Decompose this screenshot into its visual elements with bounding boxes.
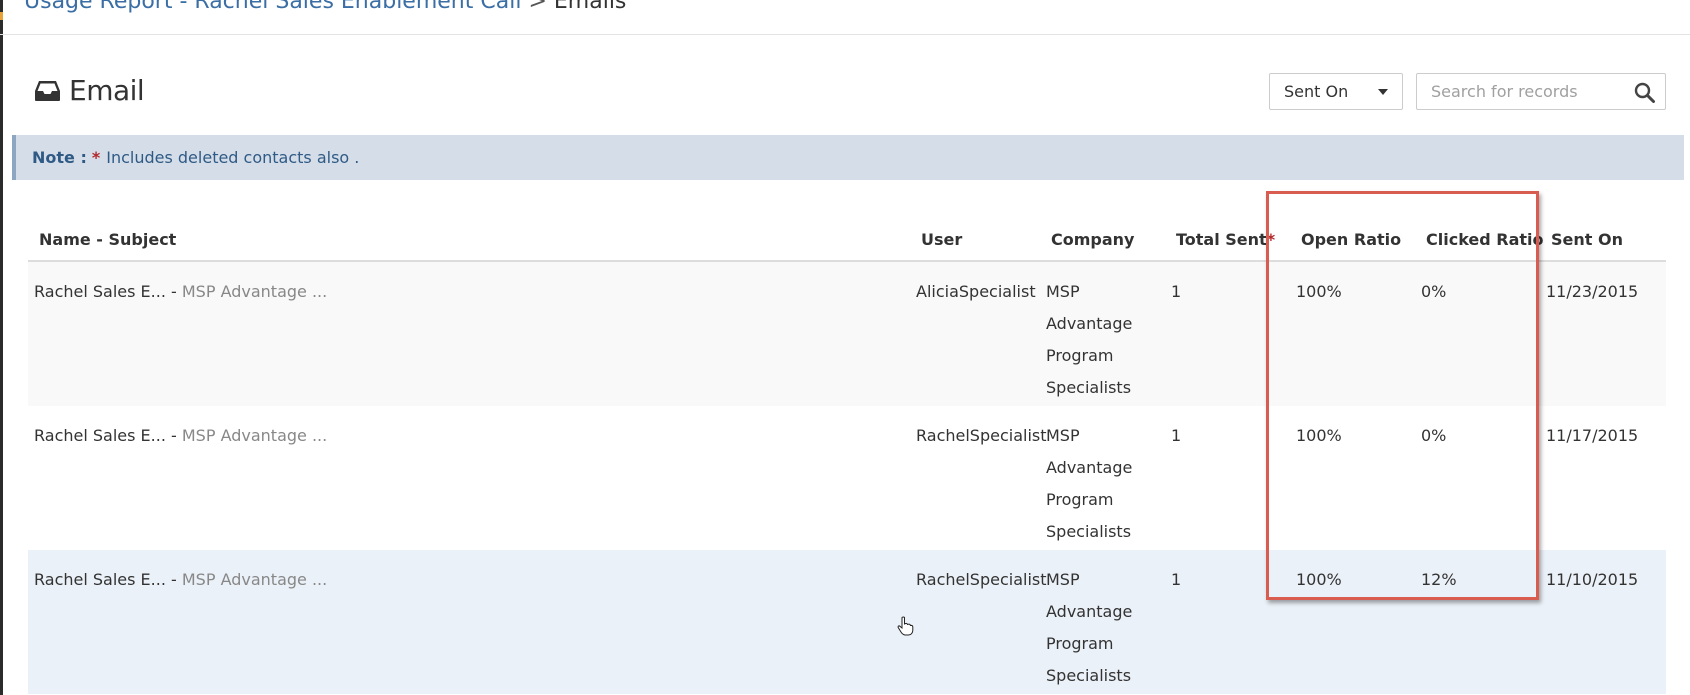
inbox-icon	[34, 80, 61, 102]
column-header-total-sent-label: Total Sent	[1176, 230, 1267, 249]
table-header: Name - Subject User Company Total Sent* …	[28, 220, 1666, 262]
breadcrumb-separator: >	[528, 0, 547, 14]
page-title: Email	[34, 74, 145, 107]
sort-dropdown-value: Sent On	[1284, 82, 1349, 101]
total-sent-cell: 1	[1171, 426, 1182, 445]
name-subject-cell[interactable]: Rachel Sales E... - MSP Advantage ...	[34, 420, 327, 452]
email-subject: MSP Advantage ...	[181, 426, 328, 445]
table-row[interactable]: Rachel Sales E... - MSP Advantage ... Ra…	[28, 406, 1666, 550]
total-sent-required-star: *	[1266, 230, 1276, 249]
name-subject-separator: -	[165, 570, 182, 589]
total-sent-cell: 1	[1171, 282, 1182, 301]
header-divider	[0, 34, 1690, 35]
search-icon[interactable]	[1634, 82, 1655, 107]
column-header-sent-on[interactable]: Sent On	[1551, 230, 1623, 249]
caret-down-icon	[1378, 89, 1388, 95]
note-banner: Note : * Includes deleted contacts also …	[12, 135, 1684, 180]
clicked-ratio-cell: 12%	[1421, 570, 1457, 589]
sent-on-cell: 11/23/2015	[1546, 282, 1639, 301]
name-subject-cell[interactable]: Rachel Sales E... - MSP Advantage ...	[34, 276, 327, 308]
sent-on-cell: 11/17/2015	[1546, 426, 1639, 445]
email-name: Rachel Sales E...	[34, 570, 166, 589]
table-row[interactable]: Rachel Sales E... - MSP Advantage ... Al…	[28, 262, 1666, 406]
column-header-clicked-ratio[interactable]: Clicked Ratio	[1426, 230, 1544, 249]
email-subject: MSP Advantage ...	[181, 570, 328, 589]
column-header-total-sent[interactable]: Total Sent*	[1176, 230, 1275, 249]
page-title-text: Email	[69, 74, 145, 107]
user-cell: RachelSpecialist	[916, 570, 1047, 589]
total-sent-cell: 1	[1171, 570, 1182, 589]
sent-on-cell: 11/10/2015	[1546, 570, 1639, 589]
column-header-open-ratio[interactable]: Open Ratio	[1301, 230, 1401, 249]
open-ratio-cell: 100%	[1296, 570, 1342, 589]
email-name: Rachel Sales E...	[34, 426, 166, 445]
name-subject-cell[interactable]: Rachel Sales E... - MSP Advantage ...	[34, 564, 327, 596]
clicked-ratio-cell: 0%	[1421, 426, 1447, 445]
breadcrumb: Usage Report - Rachel Sales Enablement C…	[24, 0, 626, 16]
note-text: Includes deleted contacts also .	[106, 148, 360, 167]
company-cell: MSP Advantage Program Specialists	[1046, 570, 1133, 685]
user-cell: AliciaSpecialist	[916, 282, 1036, 301]
breadcrumb-current: Emails	[553, 0, 627, 14]
email-subject: MSP Advantage ...	[181, 282, 328, 301]
clicked-ratio-cell: 0%	[1421, 282, 1447, 301]
name-subject-separator: -	[165, 426, 182, 445]
note-required-star: *	[91, 148, 101, 167]
email-table: Name - Subject User Company Total Sent* …	[28, 220, 1666, 694]
note-label: Note :	[32, 148, 87, 167]
column-header-user[interactable]: User	[921, 230, 962, 249]
user-cell: RachelSpecialist	[916, 426, 1047, 445]
company-cell: MSP Advantage Program Specialists	[1046, 426, 1133, 541]
column-header-company[interactable]: Company	[1051, 230, 1134, 249]
sort-dropdown[interactable]: Sent On	[1269, 73, 1403, 110]
table-row[interactable]: Rachel Sales E... - MSP Advantage ... Ra…	[28, 550, 1666, 694]
company-cell: MSP Advantage Program Specialists	[1046, 282, 1133, 397]
email-name: Rachel Sales E...	[34, 282, 166, 301]
column-header-name-subject[interactable]: Name - Subject	[39, 230, 176, 249]
name-subject-separator: -	[165, 282, 182, 301]
search-box	[1416, 73, 1666, 110]
window-edge	[0, 0, 3, 695]
open-ratio-cell: 100%	[1296, 282, 1342, 301]
hand-pointer-icon	[897, 616, 914, 640]
breadcrumb-report-link[interactable]: Usage Report - Rachel Sales Enablement C…	[24, 0, 521, 14]
search-input[interactable]	[1429, 74, 1633, 109]
open-ratio-cell: 100%	[1296, 426, 1342, 445]
window-edge-accent	[0, 12, 3, 20]
